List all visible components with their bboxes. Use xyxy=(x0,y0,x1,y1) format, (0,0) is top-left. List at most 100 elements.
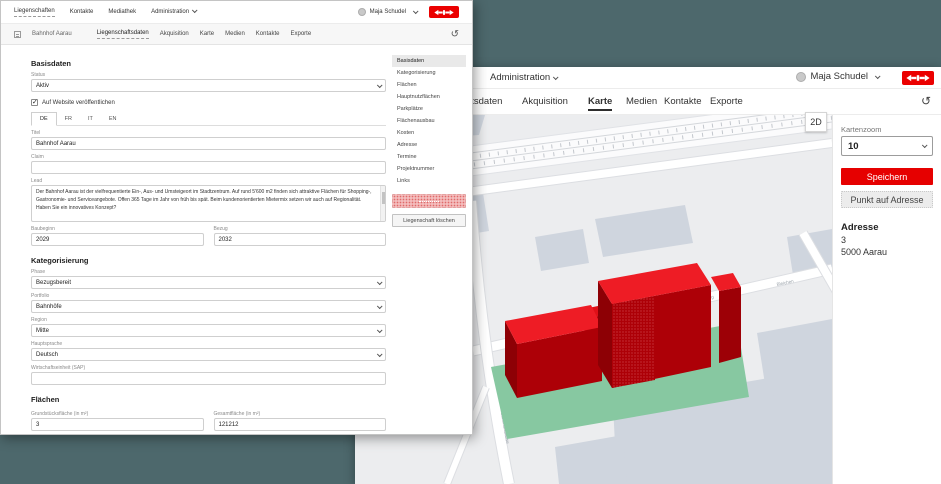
anchor-item-flaechenausbau[interactable]: Flächenausbau xyxy=(392,115,466,127)
anchor-item-projektnummer[interactable]: Projektnummer xyxy=(392,163,466,175)
top-nav-bar: Liegenschaften Kontakte Mediathek Admini… xyxy=(1,1,472,24)
speichern-button[interactable]: Speichern xyxy=(841,168,933,185)
nav-item-kontakte[interactable]: Kontakte xyxy=(70,9,94,15)
kartenzoom-value: 10 xyxy=(848,141,859,152)
grundstuecksflaeche-input[interactable]: 3 xyxy=(31,418,204,431)
publish-label: Auf Website veröffentlichen xyxy=(42,100,115,106)
status-select[interactable]: Aktiv xyxy=(31,79,386,92)
sbb-logo xyxy=(902,71,934,85)
nav-item-liegenschaften[interactable]: Liegenschaften xyxy=(14,8,55,17)
tab-karte[interactable]: Karte xyxy=(200,31,214,37)
hauptsprache-select[interactable]: Deutsch xyxy=(31,348,386,361)
list-icon[interactable] xyxy=(14,31,21,38)
status-label: Status xyxy=(31,72,386,78)
baubeginn-input[interactable]: 2029 xyxy=(31,233,204,246)
claim-input[interactable] xyxy=(31,161,386,174)
status-value: Aktiv xyxy=(36,83,49,89)
chevron-down-icon xyxy=(377,279,383,285)
baubeginn-label: Baubeginn xyxy=(31,226,204,232)
titel-label: Titel xyxy=(31,130,386,136)
bezug-input[interactable]: 2032 xyxy=(214,233,387,246)
nav-item-administration[interactable]: Administration xyxy=(151,9,196,15)
anchor-item-links[interactable]: Links xyxy=(392,175,466,187)
tab-liegenschaftsdaten[interactable]: Liegenschaftsdaten xyxy=(97,30,149,39)
section-heading-flaechen: Flächen xyxy=(31,395,386,404)
portfolio-label: Portfolio xyxy=(31,293,386,299)
region-label: Region xyxy=(31,317,386,323)
lang-tab-en[interactable]: EN xyxy=(101,113,125,125)
tab-medien[interactable]: Medien xyxy=(626,96,657,107)
sbb-arrows-icon xyxy=(906,73,930,83)
history-icon[interactable]: ↺ xyxy=(921,94,931,108)
publish-checkbox[interactable] xyxy=(31,99,38,106)
anchor-item-kosten[interactable]: Kosten xyxy=(392,127,466,139)
wirtschaftseinheit-input[interactable] xyxy=(31,372,386,385)
lead-textarea[interactable]: Der Bahnhof Aarau ist der vielfrequentie… xyxy=(31,185,386,222)
current-record-name[interactable]: Bahnhof Aarau xyxy=(32,31,72,37)
lang-tab-it[interactable]: IT xyxy=(80,113,101,125)
anchor-item-basisdaten[interactable]: Basisdaten xyxy=(392,55,466,67)
lang-tab-fr[interactable]: FR xyxy=(57,113,80,125)
publish-checkbox-row[interactable]: Auf Website veröffentlichen xyxy=(31,99,386,106)
form-column: Basisdaten Status Aktiv Auf Website verö… xyxy=(31,59,386,435)
section-heading-kategorisierung: Kategorisierung xyxy=(31,256,386,265)
kartenzoom-select[interactable]: 10 xyxy=(841,136,933,156)
chevron-down-icon xyxy=(922,142,928,148)
toolbar: Bahnhof Aarau Liegenschaftsdaten Akquisi… xyxy=(1,24,472,45)
grundstuecksflaeche-label: Grundstücksfläche (in m²) xyxy=(31,411,204,417)
avatar xyxy=(796,72,806,82)
chevron-down-icon xyxy=(377,351,383,357)
tab-exporte[interactable]: Exporte xyxy=(710,96,743,107)
region-select[interactable]: Mitte xyxy=(31,324,386,337)
section-heading-basisdaten: Basisdaten xyxy=(31,59,386,68)
user-name: Maja Schudel xyxy=(370,9,406,15)
nav-item-label: Administration xyxy=(490,72,550,83)
anchor-item-flaechen[interactable]: Flächen xyxy=(392,79,466,91)
history-icon[interactable]: ↺ xyxy=(451,29,459,40)
kartenzoom-label: Kartenzoom xyxy=(841,125,933,134)
region-value: Mitte xyxy=(36,328,49,334)
hauptsprache-value: Deutsch xyxy=(36,352,58,358)
hauptsprache-label: Hauptsprache xyxy=(31,341,386,347)
chevron-down-icon xyxy=(413,8,419,14)
phase-select[interactable]: Bezugsbereit xyxy=(31,276,386,289)
tab-akquisition[interactable]: Akquisition xyxy=(522,96,568,107)
tab-karte[interactable]: Karte xyxy=(588,96,612,111)
tab-akquisition[interactable]: Akquisition xyxy=(160,31,189,37)
titel-input[interactable]: Bahnhof Aarau xyxy=(31,137,386,150)
avatar xyxy=(358,8,366,16)
phase-value: Bezugsbereit xyxy=(36,280,71,286)
map-2d-toggle-button[interactable]: 2D xyxy=(805,112,827,132)
lead-text: Der Bahnhof Aarau ist der vielfrequentie… xyxy=(36,189,372,211)
phase-label: Phase xyxy=(31,269,386,275)
anchor-item-parkplaetze[interactable]: Parkplätze xyxy=(392,103,466,115)
anchor-item-kategorisierung[interactable]: Kategorisierung xyxy=(392,67,466,79)
wirtschaftseinheit-label: Wirtschaftseinheit (SAP) xyxy=(31,365,386,371)
user-menu[interactable]: Maja Schudel xyxy=(796,71,879,82)
save-pattern-button[interactable] xyxy=(392,194,466,208)
tab-kontakte[interactable]: Kontakte xyxy=(664,96,702,107)
tab-kontakte[interactable]: Kontakte xyxy=(256,31,280,37)
tab-exporte[interactable]: Exporte xyxy=(290,31,311,37)
nav-item-label: Administration xyxy=(151,9,189,15)
user-menu[interactable]: Maja Schudel xyxy=(358,6,459,18)
anchor-item-termine[interactable]: Termine xyxy=(392,151,466,163)
chevron-down-icon xyxy=(192,7,198,13)
claim-label: Claim xyxy=(31,154,386,160)
scrollbar[interactable] xyxy=(380,186,385,221)
bezug-label: Bezug xyxy=(214,226,387,232)
tab-medien[interactable]: Medien xyxy=(225,31,245,37)
anchor-item-hauptnutzflaechen[interactable]: Hauptnutzflächen xyxy=(392,91,466,103)
punkt-auf-adresse-button[interactable]: Punkt auf Adresse xyxy=(841,191,933,208)
nav-item-administration[interactable]: Administration xyxy=(490,72,557,83)
language-tabs: DE FR IT EN xyxy=(31,113,386,126)
chevron-down-icon xyxy=(377,303,383,309)
nav-item-mediathek[interactable]: Mediathek xyxy=(108,9,136,15)
user-name: Maja Schudel xyxy=(810,71,868,82)
gesamtflaeche-label: Gesamtfläche (in m²) xyxy=(214,411,387,417)
anchor-item-adresse[interactable]: Adresse xyxy=(392,139,466,151)
lang-tab-de[interactable]: DE xyxy=(31,112,57,126)
gesamtflaeche-input[interactable]: 121212 xyxy=(214,418,387,431)
portfolio-select[interactable]: Bahnhöfe xyxy=(31,300,386,313)
liegenschaft-loeschen-button[interactable]: Liegenschaft löschen xyxy=(392,214,466,227)
